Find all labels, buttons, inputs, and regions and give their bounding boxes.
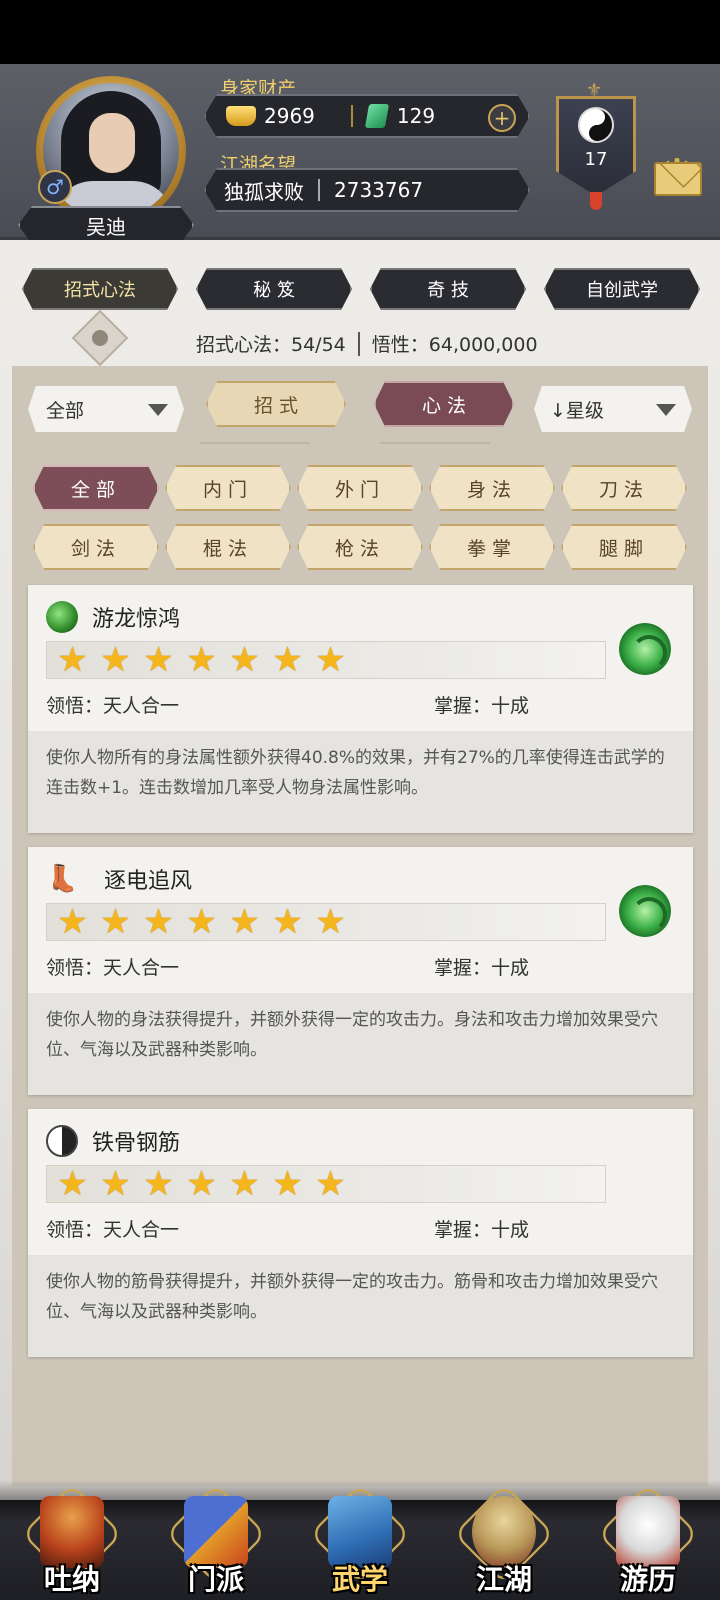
sort-value: ↓星级 (550, 399, 604, 422)
gold-amount: 2969 (264, 104, 315, 128)
moves-count: 招式心法：54/54 (196, 334, 346, 356)
boot-icon: 👢 (46, 864, 79, 894)
gold-ingot-icon (226, 106, 256, 126)
tab-moves-mind[interactable]: 招式心法 (22, 268, 178, 310)
nav-sect[interactable]: 门派 (165, 1483, 267, 1600)
star-icon: ★ (57, 902, 88, 942)
status-bar (0, 0, 720, 64)
star-icon: ★ (229, 902, 260, 942)
star-icon: ★ (100, 1164, 131, 1204)
skill-card[interactable]: 铁骨钢筋 ★ ★ ★ ★ ★ ★ ★ 领悟：天人合一 掌握：十成 使你人物的筋骨获得提升，并… (28, 1109, 693, 1357)
category-inner[interactable]: 内门 (165, 465, 291, 511)
tassel-icon (590, 192, 602, 210)
nav-breathing[interactable]: 吐纳 (21, 1483, 123, 1600)
category-outer[interactable]: 外门 (297, 465, 423, 511)
star-icon: ★ (315, 902, 346, 942)
star-icon: ★ (272, 1164, 303, 1204)
divider-ornament (380, 442, 490, 446)
tab-secret-books[interactable]: 秘 笈 (196, 268, 352, 310)
category-agility[interactable]: 身法 (429, 465, 555, 511)
star-icon: ★ (100, 902, 131, 942)
star-icon: ★ (57, 640, 88, 680)
mastery-label: 掌握：十成 (434, 695, 530, 717)
insight-value: 悟性：64,000,000 (371, 334, 538, 356)
comprehension-label: 领悟：天人合一 (46, 1219, 180, 1241)
star-icon: ★ (57, 1164, 88, 1204)
mastery-label: 掌握：十成 (434, 1219, 530, 1241)
mail-icon[interactable] (654, 162, 702, 196)
star-icon: ★ (315, 1164, 346, 1204)
player-title: 独孤求败 (224, 179, 304, 204)
swirl-icon (619, 885, 671, 937)
type-tab-mind[interactable]: 心 法 (374, 381, 514, 427)
star-rating: ★ ★ ★ ★ ★ ★ ★ (46, 1165, 606, 1203)
yinyang-icon (46, 1125, 78, 1157)
nav-martial-arts[interactable]: 武学 (309, 1483, 411, 1600)
scope-value: 全部 (46, 399, 85, 422)
currency-bar: 2969 129 + (204, 94, 530, 138)
star-icon: ★ (315, 640, 346, 680)
category-leg[interactable]: 腿脚 (561, 524, 687, 570)
reputation-value: 2733767 (334, 178, 424, 202)
star-rating: ★ ★ ★ ★ ★ ★ ★ (46, 641, 606, 679)
star-icon: ★ (229, 640, 260, 680)
star-icon: ★ (186, 902, 217, 942)
star-icon: ★ (186, 1164, 217, 1204)
star-icon: ★ (143, 1164, 174, 1204)
skill-card[interactable]: 👢 逐电追风 ★ ★ ★ ★ ★ ★ ★ 领悟：天人合一 掌握：十成 使你人物的身法获得提升… (28, 847, 693, 1095)
star-icon: ★ (143, 902, 174, 942)
category-fist[interactable]: 拳掌 (429, 524, 555, 570)
star-icon: ★ (186, 640, 217, 680)
chevron-down-icon (656, 404, 676, 416)
star-icon: ★ (143, 640, 174, 680)
jade-icon (364, 104, 390, 128)
level-number: 17 (584, 149, 608, 170)
comprehension-label: 领悟：天人合一 (46, 957, 180, 979)
skill-card[interactable]: 游龙惊鸿 ★ ★ ★ ★ ★ ★ ★ 领悟：天人合一 掌握：十成 使你人物所有的身法属性额外… (28, 585, 693, 833)
add-currency-button[interactable]: + (488, 104, 516, 132)
category-all[interactable]: 全部 (33, 465, 159, 511)
star-rating: ★ ★ ★ ★ ★ ★ ★ (46, 903, 606, 941)
divider-ornament (200, 442, 310, 446)
comprehension-label: 领悟：天人合一 (46, 695, 180, 717)
star-icon: ★ (229, 1164, 260, 1204)
category-saber[interactable]: 刀法 (561, 465, 687, 511)
tab-special-skills[interactable]: 奇 技 (370, 268, 526, 310)
nav-jianghu[interactable]: 江湖 (453, 1483, 555, 1600)
chevron-down-icon (148, 404, 168, 416)
sort-dropdown[interactable]: ↓星级 (534, 386, 692, 432)
swirl-icon (619, 623, 671, 675)
category-spear[interactable]: 枪法 (297, 524, 423, 570)
jade-amount: 129 (396, 104, 436, 128)
skill-name: 铁骨钢筋 (92, 1131, 181, 1156)
category-sword[interactable]: 剑法 (33, 524, 159, 570)
stats-line: 招式心法：54/54 悟性：64,000,000 (196, 330, 538, 357)
scope-dropdown[interactable]: 全部 (28, 386, 184, 432)
green-orb-icon (46, 601, 78, 633)
star-icon: ★ (272, 640, 303, 680)
skill-description: 使你人物所有的身法属性额外获得40.8%的效果，并有27%的几率使得连击武学的连… (28, 731, 693, 833)
skill-description: 使你人物的身法获得提升，并额外获得一定的攻击力。身法和攻击力增加效果受穴位、气海… (28, 993, 693, 1095)
category-staff[interactable]: 棍法 (165, 524, 291, 570)
mastery-label: 掌握：十成 (434, 957, 530, 979)
nav-travel[interactable]: 游历 (597, 1483, 699, 1600)
tab-custom-martial[interactable]: 自创武学 (544, 268, 700, 310)
gender-icon: ♂ (38, 170, 72, 204)
yinyang-icon (578, 107, 614, 143)
reputation-bar: 独孤求败 2733767 (204, 168, 530, 212)
skill-description: 使你人物的筋骨获得提升，并额外获得一定的攻击力。筋骨和攻击力增加效果受穴位、气海… (28, 1255, 693, 1357)
type-tab-moves[interactable]: 招 式 (206, 381, 346, 427)
skill-name: 游龙惊鸿 (92, 607, 181, 632)
player-name: 吴迪 (18, 206, 194, 244)
star-icon: ★ (100, 640, 131, 680)
skill-name: 逐电追风 (104, 869, 193, 894)
star-icon: ★ (272, 902, 303, 942)
